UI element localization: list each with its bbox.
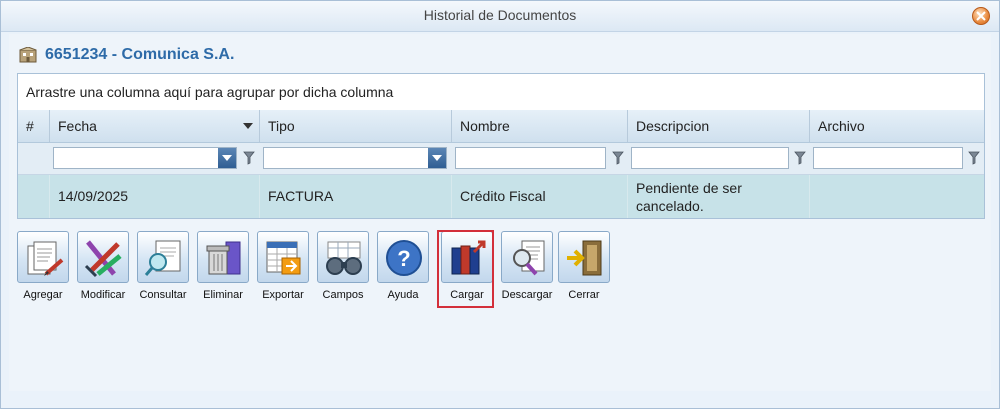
- svg-text:?: ?: [397, 246, 410, 271]
- column-header-fecha[interactable]: Fecha: [50, 110, 260, 142]
- filter-icon[interactable]: [968, 151, 980, 165]
- help-icon: ?: [386, 240, 422, 276]
- building-icon: [19, 47, 37, 63]
- exit-door-icon: [567, 240, 602, 276]
- documents-grid: Arrastre una columna aquí para agrupar p…: [17, 73, 985, 219]
- company-name: 6651234 - Comunica S.A.: [45, 46, 235, 63]
- filter-icon[interactable]: [794, 151, 806, 165]
- dropdown-arrow-icon[interactable]: [218, 148, 236, 168]
- cell-number: [18, 175, 50, 218]
- close-icon: [976, 11, 986, 21]
- column-header-nombre[interactable]: Nombre: [452, 110, 628, 142]
- filter-cell-nombre: [452, 143, 628, 174]
- export-spreadsheet-icon: [266, 241, 301, 275]
- table-row[interactable]: 14/09/2025 FACTURA Crédito Fiscal Pendie…: [18, 175, 984, 218]
- eliminar-button[interactable]: Eliminar: [197, 231, 257, 306]
- column-header-number[interactable]: #: [18, 110, 50, 142]
- window-title: Historial de Documentos: [423, 7, 577, 23]
- group-by-hint: Arrastre una columna aquí para agrupar p…: [26, 84, 394, 100]
- cell-fecha: 14/09/2025: [50, 175, 260, 218]
- grid-header: # Fecha Tipo Nombre Descripcion Archivo: [18, 110, 984, 143]
- filter-icon[interactable]: [612, 151, 624, 165]
- agregar-button[interactable]: Agregar: [17, 231, 77, 306]
- add-document-icon: [27, 241, 64, 276]
- filter-row: [18, 143, 984, 175]
- edit-pencils-icon: [84, 240, 122, 278]
- column-header-tipo[interactable]: Tipo: [260, 110, 452, 142]
- cell-nombre: Crédito Fiscal: [452, 175, 628, 218]
- content-area: 6651234 - Comunica S.A. Arrastre una col…: [9, 34, 991, 391]
- cargar-highlight-box: [437, 230, 494, 308]
- filter-cell-descripcion: [628, 143, 810, 174]
- filter-descripcion-input[interactable]: [631, 147, 789, 169]
- dropdown-arrow-icon[interactable]: [428, 148, 446, 168]
- filter-cell-tipo: [260, 143, 452, 174]
- cell-archivo: [810, 175, 984, 218]
- binoculars-icon: [326, 241, 362, 275]
- filter-cell-archivo: [810, 143, 984, 174]
- filter-cell-fecha: [50, 143, 260, 174]
- title-bar[interactable]: Historial de Documentos: [1, 1, 999, 32]
- consultar-button[interactable]: Consultar: [137, 231, 197, 306]
- filter-icon[interactable]: [243, 151, 255, 165]
- cell-descripcion: Pendiente de ser cancelado.: [628, 175, 810, 218]
- descargar-button[interactable]: Descargar: [501, 231, 561, 306]
- search-document-icon: [144, 240, 181, 276]
- cerrar-button[interactable]: Cerrar: [558, 231, 618, 306]
- trash-can-icon: [206, 241, 241, 275]
- filter-fecha-input[interactable]: [53, 147, 237, 169]
- ayuda-button[interactable]: ? Ayuda: [377, 231, 437, 306]
- close-button[interactable]: [972, 7, 990, 25]
- column-header-archivo[interactable]: Archivo: [810, 110, 984, 142]
- cell-tipo: FACTURA: [260, 175, 452, 218]
- column-header-descripcion[interactable]: Descripcion: [628, 110, 810, 142]
- sort-desc-icon[interactable]: [243, 123, 253, 129]
- modificar-button[interactable]: Modificar: [77, 231, 137, 306]
- document-history-window: Historial de Documentos 6651234 - Comuni…: [0, 0, 1000, 409]
- exportar-button[interactable]: Exportar: [257, 231, 317, 306]
- campos-button[interactable]: Campos: [317, 231, 377, 306]
- filter-tipo-input[interactable]: [263, 147, 447, 169]
- company-header: 6651234 - Comunica S.A.: [19, 45, 234, 65]
- filter-nombre-input[interactable]: [455, 147, 606, 169]
- group-by-panel[interactable]: Arrastre una columna aquí para agrupar p…: [18, 74, 984, 111]
- download-magnifier-icon: [513, 240, 545, 276]
- filter-archivo-input[interactable]: [813, 147, 963, 169]
